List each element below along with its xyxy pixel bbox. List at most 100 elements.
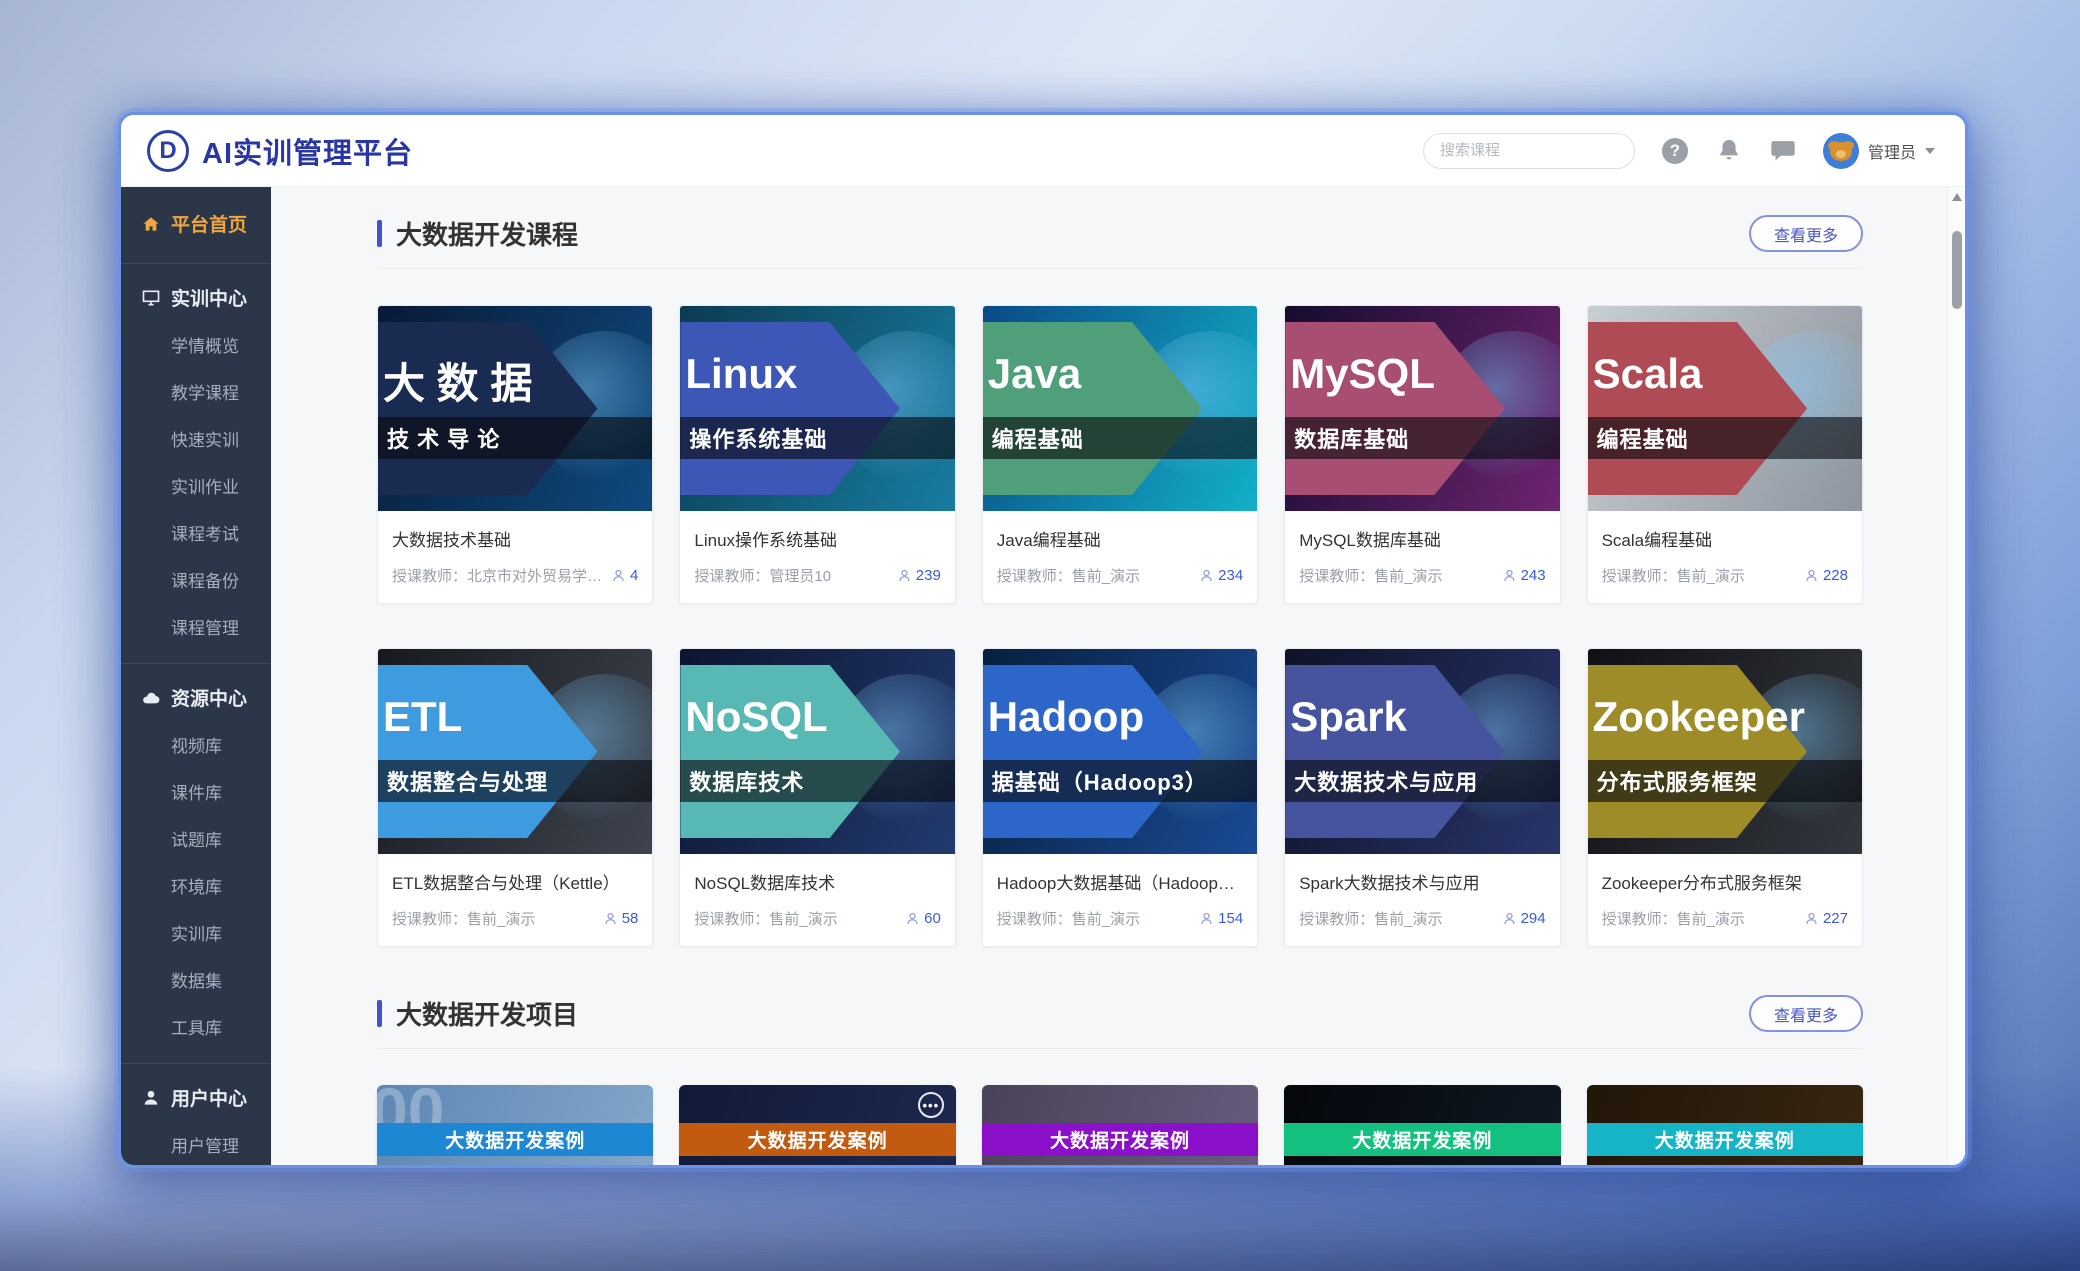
course-teacher: 授课教师：售前_演示 bbox=[694, 908, 897, 929]
course-thumbnail: Java 编程基础 bbox=[983, 306, 1257, 511]
sidebar-item[interactable]: 实训库 bbox=[121, 909, 271, 956]
sidebar-group: 用户中心 用户管理班级管理 bbox=[121, 1063, 271, 1168]
sidebar-group: 资源中心 视频库课件库试题库环境库实训库数据集工具库 bbox=[121, 663, 271, 1050]
course-thumbnail: Linux 操作系统基础 bbox=[680, 306, 954, 511]
course-card[interactable]: MySQL 数据库基础 MySQL数据库基础 授课教师：售前_演示 243 bbox=[1284, 305, 1560, 604]
avatar[interactable] bbox=[1823, 133, 1859, 169]
course-card[interactable]: Scala 编程基础 Scala编程基础 授课教师：售前_演示 228 bbox=[1587, 305, 1863, 604]
course-info: Zookeeper分布式服务框架 授课教师：售前_演示 227 bbox=[1588, 854, 1862, 946]
help-icon[interactable]: ? bbox=[1661, 137, 1689, 165]
sidebar-group-header[interactable]: 资源中心 bbox=[121, 674, 271, 721]
projects-section-header: 大数据开发项目 查看更多 bbox=[377, 995, 1863, 1049]
bell-icon[interactable] bbox=[1715, 137, 1743, 165]
course-student-count: 154 bbox=[1199, 910, 1243, 927]
sidebar-group-header[interactable]: 实训中心 bbox=[121, 274, 271, 321]
course-arrow-banner bbox=[680, 322, 900, 495]
project-card[interactable]: 大数据开发案例 bbox=[1284, 1085, 1560, 1168]
course-card[interactable]: Linux 操作系统基础 Linux操作系统基础 授课教师：管理员10 239 bbox=[679, 305, 955, 604]
sidebar-item[interactable]: 课件库 bbox=[121, 768, 271, 815]
course-tile-title: Scala bbox=[1593, 350, 1703, 398]
sidebar-item[interactable]: 实训作业 bbox=[121, 462, 271, 509]
sidebar-item[interactable]: 课程考试 bbox=[121, 509, 271, 556]
course-tile-subtitle: 大数据技术与应用 bbox=[1294, 765, 1478, 797]
person-icon bbox=[1502, 568, 1517, 583]
search-input[interactable] bbox=[1440, 142, 1639, 159]
project-card[interactable]: 大数据开发案例 bbox=[982, 1085, 1258, 1168]
course-info: Linux操作系统基础 授课教师：管理员10 239 bbox=[680, 511, 954, 603]
vertical-scrollbar[interactable] bbox=[1947, 187, 1965, 1168]
person-icon bbox=[1804, 568, 1819, 583]
chevron-down-icon[interactable] bbox=[1925, 148, 1935, 154]
person-icon bbox=[1804, 911, 1819, 926]
project-card[interactable]: ••• 大数据开发案例 bbox=[679, 1085, 955, 1168]
sidebar-item[interactable]: 课程管理 bbox=[121, 603, 271, 650]
course-tile-subtitle: 操作系统基础 bbox=[689, 422, 827, 454]
view-more-button[interactable]: 查看更多 bbox=[1749, 215, 1863, 252]
project-card[interactable]: 00 大数据开发案例 bbox=[377, 1085, 653, 1168]
title-accent-bar bbox=[377, 220, 382, 247]
title-accent-bar bbox=[377, 1000, 382, 1027]
course-card[interactable]: 大 数 据 技 术 导 论 大数据技术基础 授课教师：北京市对外贸易学校教...… bbox=[377, 305, 653, 604]
project-banner-label: 大数据开发案例 bbox=[377, 1123, 653, 1156]
course-thumbnail: MySQL 数据库基础 bbox=[1285, 306, 1559, 511]
course-info: ETL数据整合与处理（Kettle） 授课教师：售前_演示 58 bbox=[378, 854, 652, 946]
course-tile-subtitle-band: 数据库技术 bbox=[680, 760, 954, 802]
sidebar-item[interactable]: 环境库 bbox=[121, 862, 271, 909]
user-menu[interactable]: 管理员 bbox=[1823, 133, 1935, 169]
project-card[interactable]: 大数据开发案例 bbox=[1587, 1085, 1863, 1168]
sidebar-item[interactable]: 视频库 bbox=[121, 721, 271, 768]
course-arrow-banner bbox=[378, 665, 598, 838]
course-title: NoSQL数据库技术 bbox=[694, 869, 940, 894]
course-arrow-banner bbox=[1285, 665, 1505, 838]
course-student-count: 239 bbox=[897, 567, 941, 584]
course-title: Zookeeper分布式服务框架 bbox=[1602, 869, 1848, 894]
course-card[interactable]: Zookeeper 分布式服务框架 Zookeeper分布式服务框架 授课教师：… bbox=[1587, 648, 1863, 947]
sidebar-group-header[interactable]: 用户中心 bbox=[121, 1074, 271, 1121]
course-tile-title: ETL bbox=[383, 693, 462, 741]
person-icon bbox=[603, 911, 618, 926]
course-teacher: 授课教师：售前_演示 bbox=[1602, 908, 1796, 929]
course-arrow-banner bbox=[1588, 322, 1808, 495]
sidebar-item[interactable]: 学情概览 bbox=[121, 321, 271, 368]
course-teacher: 授课教师：售前_演示 bbox=[392, 908, 595, 929]
main-content: 大数据开发课程 查看更多 大 数 据 技 术 导 论 大数据技术基础 授课教师：… bbox=[271, 187, 1965, 1168]
course-card[interactable]: Hadoop 据基础（Hadoop3） Hadoop大数据基础（Hadoop3）… bbox=[982, 648, 1258, 947]
sidebar-item[interactable]: 教学课程 bbox=[121, 368, 271, 415]
header-actions: ? 管理员 bbox=[1423, 133, 1935, 169]
search-box[interactable] bbox=[1423, 133, 1635, 169]
sidebar-item[interactable]: 快速实训 bbox=[121, 415, 271, 462]
sidebar-item[interactable]: 工具库 bbox=[121, 1003, 271, 1050]
sidebar-item[interactable]: 试题库 bbox=[121, 815, 271, 862]
desktop-background: D AI实训管理平台 ? bbox=[0, 0, 2080, 1271]
course-thumbnail: Zookeeper 分布式服务框架 bbox=[1588, 649, 1862, 854]
course-tile-title: Spark bbox=[1290, 693, 1407, 741]
course-tile-subtitle: 数据库基础 bbox=[1294, 422, 1409, 454]
chat-icon[interactable] bbox=[1769, 137, 1797, 165]
course-tile-subtitle-band: 大数据技术与应用 bbox=[1285, 760, 1559, 802]
sidebar: 平台首页 实训中心 学情概览教学课程快速实训实训作业课程考试课程备份课程管理 资… bbox=[121, 187, 271, 1168]
course-teacher: 授课教师：管理员10 bbox=[694, 565, 888, 586]
scrollbar-thumb[interactable] bbox=[1952, 231, 1962, 309]
course-arrow-banner bbox=[680, 665, 900, 838]
course-card[interactable]: ETL 数据整合与处理 ETL数据整合与处理（Kettle） 授课教师：售前_演… bbox=[377, 648, 653, 947]
course-tile-title: NoSQL bbox=[685, 693, 827, 741]
view-more-button[interactable]: 查看更多 bbox=[1749, 995, 1863, 1032]
course-tile-title: MySQL bbox=[1290, 350, 1435, 398]
course-info: Java编程基础 授课教师：售前_演示 234 bbox=[983, 511, 1257, 603]
course-info: Hadoop大数据基础（Hadoop3） 授课教师：售前_演示 154 bbox=[983, 854, 1257, 946]
course-card[interactable]: Java 编程基础 Java编程基础 授课教师：售前_演示 234 bbox=[982, 305, 1258, 604]
course-title: Spark大数据技术与应用 bbox=[1299, 869, 1545, 894]
sidebar-item[interactable]: 课程备份 bbox=[121, 556, 271, 603]
course-info: 大数据技术基础 授课教师：北京市对外贸易学校教... 4 bbox=[378, 511, 652, 603]
course-student-count: 294 bbox=[1502, 910, 1546, 927]
course-tile-subtitle-band: 编程基础 bbox=[983, 417, 1257, 459]
course-card[interactable]: NoSQL 数据库技术 NoSQL数据库技术 授课教师：售前_演示 60 bbox=[679, 648, 955, 947]
course-card[interactable]: Spark 大数据技术与应用 Spark大数据技术与应用 授课教师：售前_演示 … bbox=[1284, 648, 1560, 947]
sidebar-item[interactable]: 用户管理 bbox=[121, 1121, 271, 1168]
projects-section: 大数据开发项目 查看更多 00 大数据开发案例 ••• 大数据开发案例 大数据开… bbox=[377, 995, 1863, 1168]
course-tile-subtitle: 数据库技术 bbox=[689, 765, 804, 797]
sidebar-item-home[interactable]: 平台首页 bbox=[121, 197, 271, 250]
sidebar-item[interactable]: 数据集 bbox=[121, 956, 271, 1003]
project-banner-label: 大数据开发案例 bbox=[982, 1123, 1258, 1156]
scroll-up-arrow-icon[interactable] bbox=[1952, 193, 1962, 201]
